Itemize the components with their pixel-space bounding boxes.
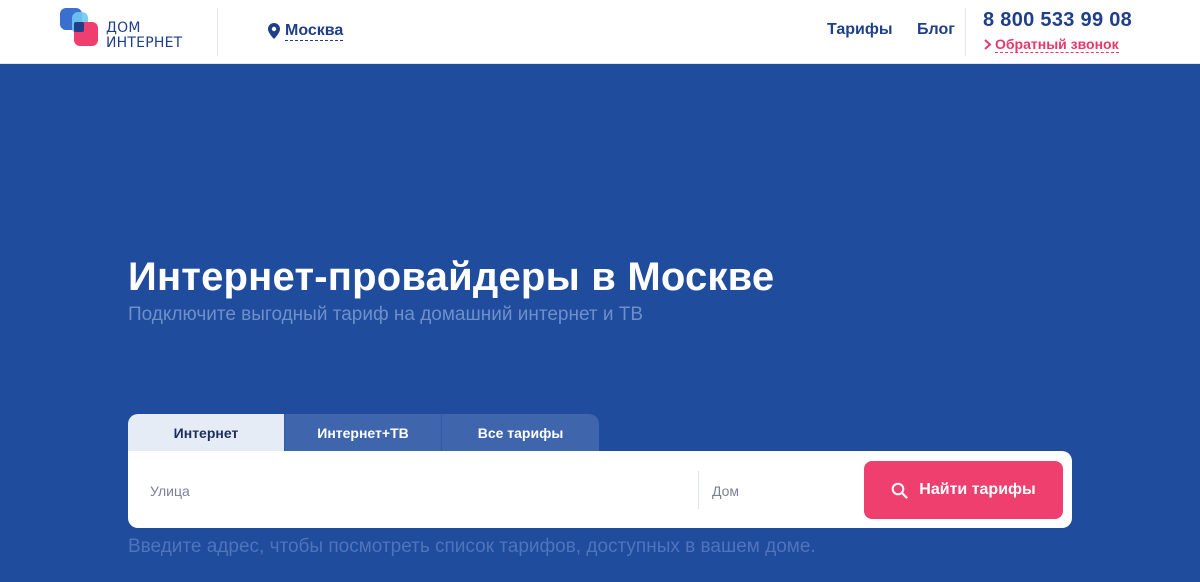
callback-link[interactable]: Обратный звонок [983, 36, 1119, 53]
find-tariffs-button[interactable]: Найти тарифы [864, 461, 1063, 519]
street-input[interactable] [148, 475, 692, 507]
field-divider [698, 471, 699, 509]
logo-mark-icon [60, 8, 98, 46]
city-selector[interactable]: Москва [268, 20, 344, 42]
house-input[interactable] [710, 475, 854, 507]
search-icon [891, 482, 908, 499]
logo-text: ДОМ ИНТЕРНЕТ [106, 21, 182, 51]
search-hint: Введите адрес, чтобы посмотреть список т… [128, 536, 816, 557]
tariff-tabs: Интернет Интернет+ТВ Все тарифы [128, 414, 599, 451]
site-header: ДОМ ИНТЕРНЕТ Москва Тарифы Блог 8 800 53… [0, 0, 1200, 64]
address-search-form: Найти тарифы [128, 451, 1072, 528]
page-title: Интернет-провайдеры в Москве [128, 255, 775, 299]
callback-label[interactable]: Обратный звонок [995, 36, 1119, 53]
nav-link-blog[interactable]: Блог [917, 21, 955, 39]
logo-line-2: ИНТЕРНЕТ [106, 35, 183, 51]
location-pin-icon [268, 23, 280, 39]
find-tariffs-label: Найти тарифы [919, 481, 1036, 498]
nav-link-tariffs[interactable]: Тарифы [827, 21, 893, 39]
page-subtitle: Подключите выгодный тариф на домашний ин… [128, 304, 644, 325]
tab-all-tariffs[interactable]: Все тарифы [442, 414, 599, 451]
chevron-right-icon [984, 39, 992, 50]
header-divider [217, 8, 218, 56]
phone-number[interactable]: 8 800 533 99 08 [983, 9, 1132, 32]
logo-line-1: ДОМ [106, 20, 141, 36]
city-name[interactable]: Москва [285, 22, 344, 41]
tab-internet-tv[interactable]: Интернет+ТВ [285, 414, 442, 451]
tab-internet[interactable]: Интернет [128, 414, 285, 451]
logo[interactable]: ДОМ ИНТЕРНЕТ [60, 8, 210, 54]
header-divider [965, 8, 966, 56]
